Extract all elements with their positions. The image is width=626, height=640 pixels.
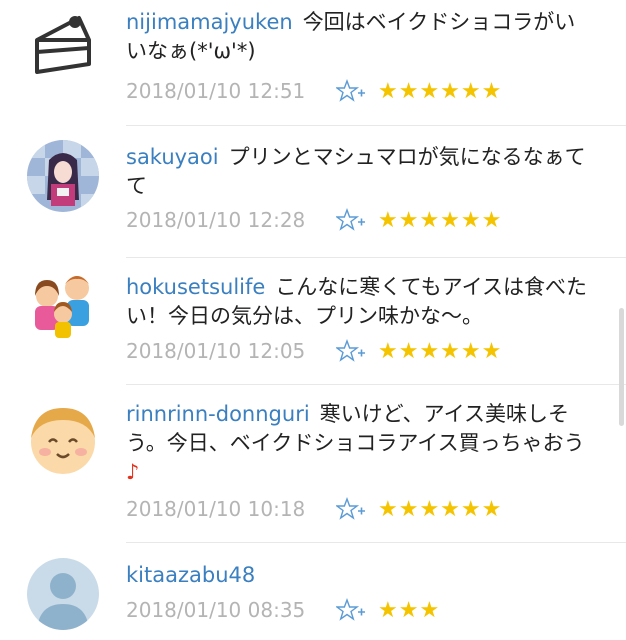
user-avatar[interactable] <box>27 402 99 474</box>
default-user-avatar <box>27 558 99 630</box>
user-avatar[interactable] <box>27 140 99 212</box>
comment-text: sakuyaoi プリンとマシュマロが気になるなぁてて <box>126 143 596 201</box>
user-avatar[interactable] <box>27 10 99 82</box>
star-rating: ★★★★★★ <box>378 78 503 104</box>
add-star-icon[interactable] <box>334 78 366 103</box>
comment-date: 2018/01/10 12:51 <box>126 79 306 103</box>
add-star-icon[interactable] <box>334 207 366 232</box>
star-rating: ★★★★★★ <box>378 496 503 522</box>
divider <box>126 125 626 126</box>
scrollbar[interactable] <box>619 308 624 426</box>
comment-meta: 2018/01/10 10:18 ★★★★★★ <box>126 494 502 524</box>
comment-meta: 2018/01/10 08:35 ★★★ <box>126 595 440 625</box>
add-star-icon[interactable] <box>334 338 366 363</box>
username-link[interactable]: hokusetsulife <box>126 275 265 299</box>
divider <box>126 542 626 543</box>
username-link[interactable]: sakuyaoi <box>126 145 219 169</box>
comment-date: 2018/01/10 10:18 <box>126 497 306 521</box>
add-star-icon[interactable] <box>334 496 366 521</box>
divider <box>126 257 626 258</box>
username-link[interactable]: nijimamajyuken <box>126 10 293 34</box>
comment-date: 2018/01/10 08:35 <box>126 598 306 622</box>
comment-text: nijimamajyuken 今回はベイクドショコラがいいなぁ(*'ω'*) <box>126 8 596 66</box>
username-link[interactable]: kitaazabu48 <box>126 563 255 587</box>
star-rating: ★★★ <box>378 597 441 623</box>
user-avatar[interactable] <box>27 558 99 630</box>
comment-date: 2018/01/10 12:05 <box>126 339 306 363</box>
comment-meta: 2018/01/10 12:51 ★★★★★★ <box>126 76 502 106</box>
star-rating: ★★★★★★ <box>378 207 503 233</box>
anime-girl-avatar <box>27 140 99 212</box>
cake-icon <box>35 16 91 74</box>
comment-date: 2018/01/10 12:28 <box>126 208 306 232</box>
comment-text: rinnrinn-donnguri 寒いけど、アイス美味しそう。今日、ベイクドショ… <box>126 400 596 487</box>
username-link[interactable]: rinnrinn-donnguri <box>126 402 310 426</box>
divider <box>126 384 626 385</box>
family-avatar <box>27 270 99 342</box>
smiling-face-avatar <box>27 402 99 474</box>
comment-meta: 2018/01/10 12:28 ★★★★★★ <box>126 205 502 235</box>
comment-text: hokusetsulife こんなに寒くてもアイスは食べたい！今日の気分は、プリン… <box>126 273 596 331</box>
star-rating: ★★★★★★ <box>378 338 503 364</box>
user-avatar[interactable] <box>27 270 99 342</box>
music-note-icon: ♪ <box>126 460 140 484</box>
comment-meta: 2018/01/10 12:05 ★★★★★★ <box>126 336 502 366</box>
comment-text: kitaazabu48 <box>126 561 596 590</box>
add-star-icon[interactable] <box>334 597 366 622</box>
